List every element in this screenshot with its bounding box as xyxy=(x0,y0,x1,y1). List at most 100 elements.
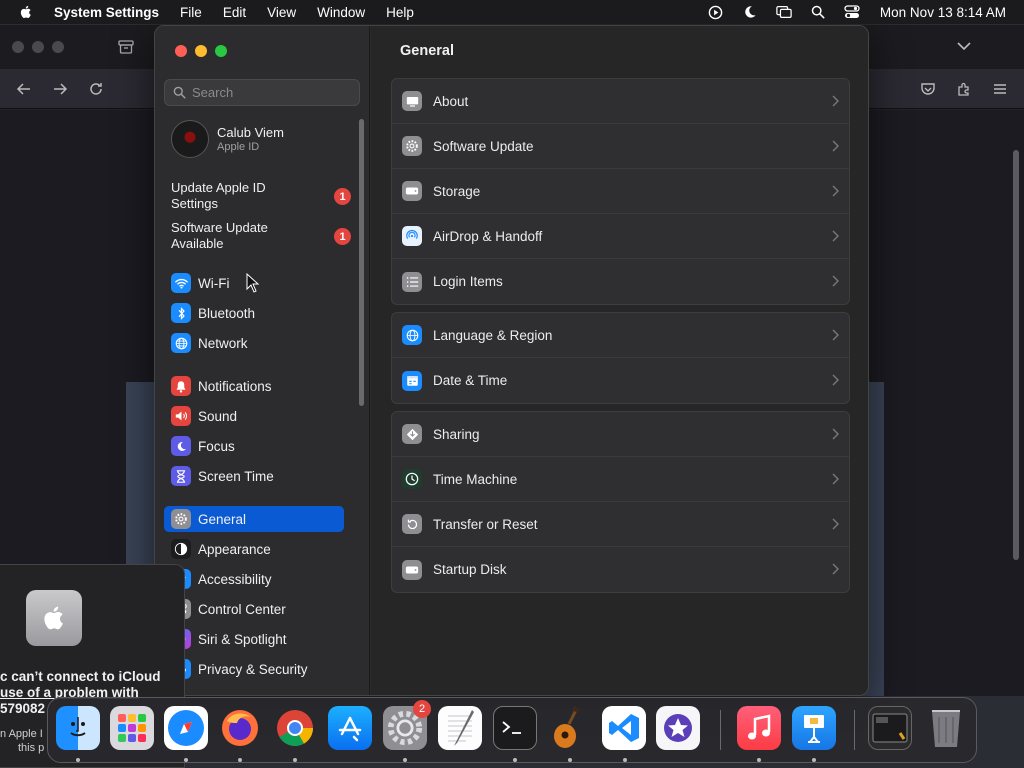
browser-zoom-button[interactable] xyxy=(52,41,64,53)
apple-id-account[interactable]: Calub Viem Apple ID xyxy=(171,120,284,158)
menu-window[interactable]: Window xyxy=(317,5,365,20)
sidebar-item-network[interactable]: Network xyxy=(164,330,344,356)
guitar-icon xyxy=(554,706,580,748)
sidebar-item-screen-time[interactable]: Screen Time xyxy=(164,463,344,489)
search-input[interactable] xyxy=(192,85,352,100)
sidebar-item-appearance[interactable]: Appearance xyxy=(164,536,344,562)
menu-view[interactable]: View xyxy=(267,5,296,20)
extensions-icon[interactable] xyxy=(956,81,972,97)
browser-scrollbar[interactable] xyxy=(1013,150,1019,560)
gear-badge-icon xyxy=(402,136,422,156)
row-time-machine[interactable]: Time Machine xyxy=(392,457,849,502)
close-button[interactable] xyxy=(175,45,187,57)
sidebar-item-control-center[interactable]: Control Center xyxy=(164,596,344,622)
podium-icon xyxy=(804,715,824,743)
hamburger-menu-icon[interactable] xyxy=(992,81,1008,97)
row-software-update[interactable]: Software Update xyxy=(392,124,849,169)
time-machine-icon xyxy=(402,469,422,489)
menu-clock[interactable]: Mon Nov 13 8:14 AM xyxy=(880,5,1006,20)
notification-badge: 1 xyxy=(334,188,351,205)
settings-group-sharing: Sharing Time Machine Transfer or Reset S… xyxy=(391,411,850,593)
dock-trash[interactable] xyxy=(924,706,968,750)
sidebar-item-bluetooth[interactable]: Bluetooth xyxy=(164,300,344,326)
running-indicator xyxy=(403,758,407,762)
mouse-cursor-icon xyxy=(246,273,260,293)
dock-firefox[interactable] xyxy=(218,706,262,750)
back-arrow-icon[interactable] xyxy=(16,81,32,97)
apple-logo-icon[interactable] xyxy=(18,4,34,20)
sidebar-item-siri-spotlight[interactable]: Siri & Spotlight xyxy=(164,626,344,652)
browser-close-button[interactable] xyxy=(12,41,24,53)
dock-vscode[interactable] xyxy=(602,706,646,750)
reset-icon xyxy=(402,514,422,534)
dock-keynote[interactable] xyxy=(792,706,836,750)
dock-app-store[interactable] xyxy=(328,706,372,750)
star-icon xyxy=(664,714,692,742)
update-apple-id-notice[interactable]: Update Apple ID Settings 1 xyxy=(171,180,351,214)
row-language-region[interactable]: Language & Region xyxy=(392,313,849,358)
zoom-button[interactable] xyxy=(215,45,227,57)
menu-help[interactable]: Help xyxy=(386,5,414,20)
sidebar-item-accessibility[interactable]: Accessibility xyxy=(164,566,344,592)
menu-file[interactable]: File xyxy=(180,5,202,20)
forward-arrow-icon[interactable] xyxy=(52,81,68,97)
moon-icon[interactable] xyxy=(742,4,758,20)
settings-group-system: About Software Update Storage AirDrop & … xyxy=(391,78,850,305)
system-settings-window: Calub Viem Apple ID Update Apple ID Sett… xyxy=(154,25,869,696)
sidebar-item-focus[interactable]: Focus xyxy=(164,433,344,459)
launchpad-grid-icon xyxy=(118,714,146,742)
screen-mirroring-icon[interactable] xyxy=(776,4,792,20)
settings-group-locale: Language & Region Date & Time xyxy=(391,312,850,404)
browser-minimize-button[interactable] xyxy=(32,41,44,53)
airdrop-icon xyxy=(402,226,422,246)
dock-textedit[interactable] xyxy=(438,706,482,750)
dock-launchpad[interactable] xyxy=(110,706,154,750)
dock-terminal[interactable] xyxy=(493,706,537,750)
sidebar-item-notifications[interactable]: Notifications xyxy=(164,373,344,399)
row-about[interactable]: About xyxy=(392,79,849,124)
sidebar-item-general[interactable]: General xyxy=(164,506,344,532)
sidebar-scrollbar[interactable] xyxy=(359,119,364,406)
chevron-down-icon[interactable] xyxy=(957,41,971,51)
play-circle-icon[interactable] xyxy=(708,4,724,20)
dock-music[interactable] xyxy=(737,706,781,750)
minimize-button[interactable] xyxy=(195,45,207,57)
sidebar-item-label: Accessibility xyxy=(198,571,272,587)
chevron-right-icon xyxy=(832,275,839,287)
hourglass-icon xyxy=(171,466,191,486)
globe-icon xyxy=(402,325,422,345)
dock-finder[interactable] xyxy=(56,706,100,750)
dock-screenshot-folder[interactable] xyxy=(868,706,912,750)
row-transfer-reset[interactable]: Transfer or Reset xyxy=(392,502,849,547)
trash-icon xyxy=(932,710,960,747)
search-field[interactable] xyxy=(164,79,360,106)
sidebar-item-label: Notifications xyxy=(198,378,272,394)
dock-notification-badge: 2 xyxy=(413,700,431,718)
reload-icon[interactable] xyxy=(88,81,104,97)
pocket-icon[interactable] xyxy=(920,81,936,97)
row-login-items[interactable]: Login Items xyxy=(392,259,849,304)
row-sharing[interactable]: Sharing xyxy=(392,412,849,457)
menu-edit[interactable]: Edit xyxy=(223,5,246,20)
row-startup-disk[interactable]: Startup Disk xyxy=(392,547,849,592)
menu-app-name[interactable]: System Settings xyxy=(54,5,159,20)
software-update-notice[interactable]: Software Update Available 1 xyxy=(171,220,351,254)
tab-overview-icon[interactable] xyxy=(118,40,134,54)
sidebar-item-privacy-security[interactable]: Privacy & Security xyxy=(164,656,344,682)
sidebar-item-sound[interactable]: Sound xyxy=(164,403,344,429)
bluetooth-icon xyxy=(171,303,191,323)
dock-garageband[interactable] xyxy=(547,706,591,750)
dock-chrome[interactable] xyxy=(273,706,317,750)
row-date-time[interactable]: Date & Time xyxy=(392,358,849,403)
dock-safari[interactable] xyxy=(164,706,208,750)
dock-system-settings[interactable]: 2 xyxy=(383,700,431,750)
control-center-icon[interactable] xyxy=(844,4,860,20)
safari-compass-icon xyxy=(168,710,204,746)
sidebar-item-label: Wi-Fi xyxy=(198,275,230,291)
row-airdrop-handoff[interactable]: AirDrop & Handoff xyxy=(392,214,849,259)
dock-separator xyxy=(720,710,721,750)
account-subtitle: Apple ID xyxy=(217,141,260,153)
dock-imovie[interactable] xyxy=(656,706,700,750)
spotlight-search-icon[interactable] xyxy=(810,4,826,20)
row-storage[interactable]: Storage xyxy=(392,169,849,214)
